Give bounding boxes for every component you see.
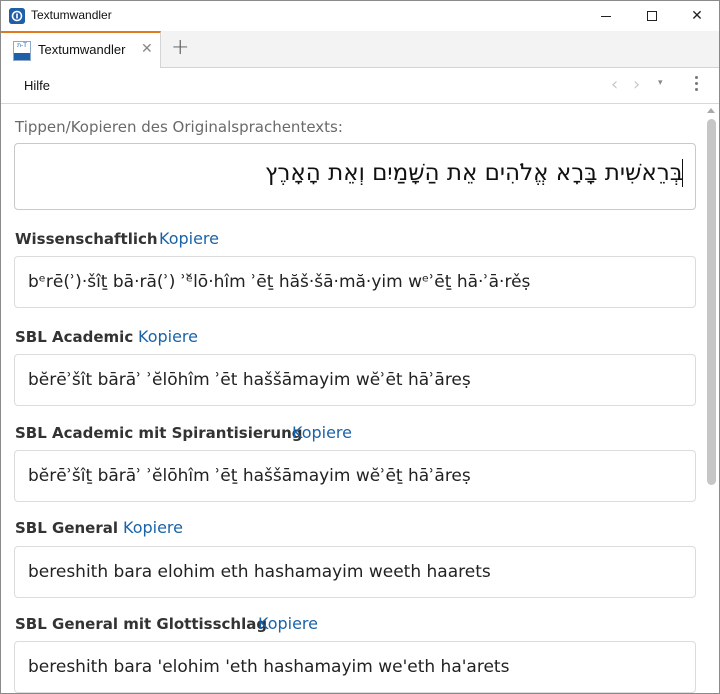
section-title-sbl-general-glottisschlag: SBL General mit Glottisschlag (15, 615, 268, 633)
tab-icon-bar (14, 53, 30, 60)
add-tab-button[interactable]: + (171, 35, 189, 60)
output-box-sbl-academic[interactable]: bĕrēʾšît bārāʾ ʾĕlōhîm ʾēt haššāmayim wĕ… (14, 354, 696, 406)
output-text-wissenschaftlich: bᵉrē(ʾ)·šîṯ bā·rā(ʾ) ʾᵉ̆lō·hîm ʾēṯ hăš·š… (28, 272, 531, 292)
history-dropdown-icon[interactable]: ▾ (658, 78, 663, 88)
copy-link-wissenschaftlich[interactable]: Kopiere (159, 229, 219, 248)
section-title-sbl-general: SBL General (15, 519, 119, 537)
output-box-sbl-general-glottisschlag[interactable]: bereshith bara 'elohim 'eth hashamayim w… (14, 641, 696, 693)
output-text-sbl-general: bereshith bara elohim eth hashamayim wee… (28, 562, 491, 582)
section-title-sbl-academic-spirantisierung: SBL Academic mit Spirantisierung (15, 424, 303, 442)
app-window: Textumwandler ✕ ת-T Textumwandler ✕ + Hi… (0, 0, 720, 694)
output-text-sbl-academic-spirantisierung: bĕrēʾšîṯ bārāʾ ʾĕlōhîm ʾēṯ haššāmayim wĕ… (28, 466, 471, 486)
tab-strip: ת-T Textumwandler ✕ + (1, 31, 719, 68)
output-text-sbl-general-glottisschlag: bereshith bara 'elohim 'eth hashamayim w… (28, 657, 510, 677)
forward-arrow-icon[interactable]: › (633, 74, 640, 95)
output-box-sbl-academic-spirantisierung[interactable]: bĕrēʾšîṯ bārāʾ ʾĕlōhîm ʾēṯ haššāmayim wĕ… (14, 450, 696, 502)
more-options-icon[interactable] (695, 76, 699, 94)
output-box-sbl-general[interactable]: bereshith bara elohim eth hashamayim wee… (14, 546, 696, 598)
menu-item-hilfe[interactable]: Hilfe (24, 78, 50, 93)
vertical-scrollbar[interactable] (704, 105, 719, 693)
section-title-sbl-academic: SBL Academic (15, 328, 134, 346)
app-logo-icon (9, 8, 25, 24)
tab-icon-header: ת-T (17, 42, 27, 49)
app-logo-glyph (9, 8, 25, 24)
source-text-value: בְּרֵאשִׁית בָּרָא אֱלֹהִים אֵת הַשָּׁמַ… (265, 160, 683, 186)
text-cursor (682, 159, 683, 187)
scroll-up-icon[interactable] (707, 108, 715, 113)
textumwandler-icon: ת-T (13, 41, 31, 61)
title-bar: Textumwandler ✕ (1, 1, 719, 31)
maximize-button[interactable] (629, 1, 675, 31)
minimize-icon (601, 15, 611, 17)
source-prompt-label: Tippen/Kopieren des Originalsprachentext… (15, 118, 343, 136)
tab-textumwandler[interactable]: ת-T Textumwandler ✕ (1, 31, 161, 68)
maximize-icon (647, 11, 657, 21)
menu-bar: Hilfe ‹ › ▾ (1, 68, 719, 104)
source-text-input[interactable]: בְּרֵאשִׁית בָּרָא אֱלֹהִים אֵת הַשָּׁמַ… (14, 143, 696, 210)
tab-close-icon[interactable]: ✕ (141, 41, 153, 57)
scrollbar-thumb[interactable] (707, 119, 716, 485)
window-title: Textumwandler (31, 8, 112, 22)
back-arrow-icon[interactable]: ‹ (611, 74, 618, 95)
close-icon: ✕ (691, 8, 703, 24)
output-box-wissenschaftlich[interactable]: bᵉrē(ʾ)·šîṯ bā·rā(ʾ) ʾᵉ̆lō·hîm ʾēṯ hăš·š… (14, 256, 696, 308)
copy-link-sbl-general[interactable]: Kopiere (123, 518, 183, 537)
converter-panel: Tippen/Kopieren des Originalsprachentext… (1, 105, 719, 693)
tab-label: Textumwandler (38, 42, 126, 57)
output-text-sbl-academic: bĕrēʾšît bārāʾ ʾĕlōhîm ʾēt haššāmayim wĕ… (28, 370, 471, 390)
section-title-wissenschaftlich: Wissenschaftlich (15, 230, 158, 248)
minimize-button[interactable] (583, 1, 629, 31)
copy-link-sbl-academic[interactable]: Kopiere (138, 327, 198, 346)
copy-link-sbl-general-glottisschlag[interactable]: Kopiere (258, 614, 318, 633)
copy-link-sbl-academic-spirantisierung[interactable]: Kopiere (292, 423, 352, 442)
close-window-button[interactable]: ✕ (674, 1, 719, 31)
